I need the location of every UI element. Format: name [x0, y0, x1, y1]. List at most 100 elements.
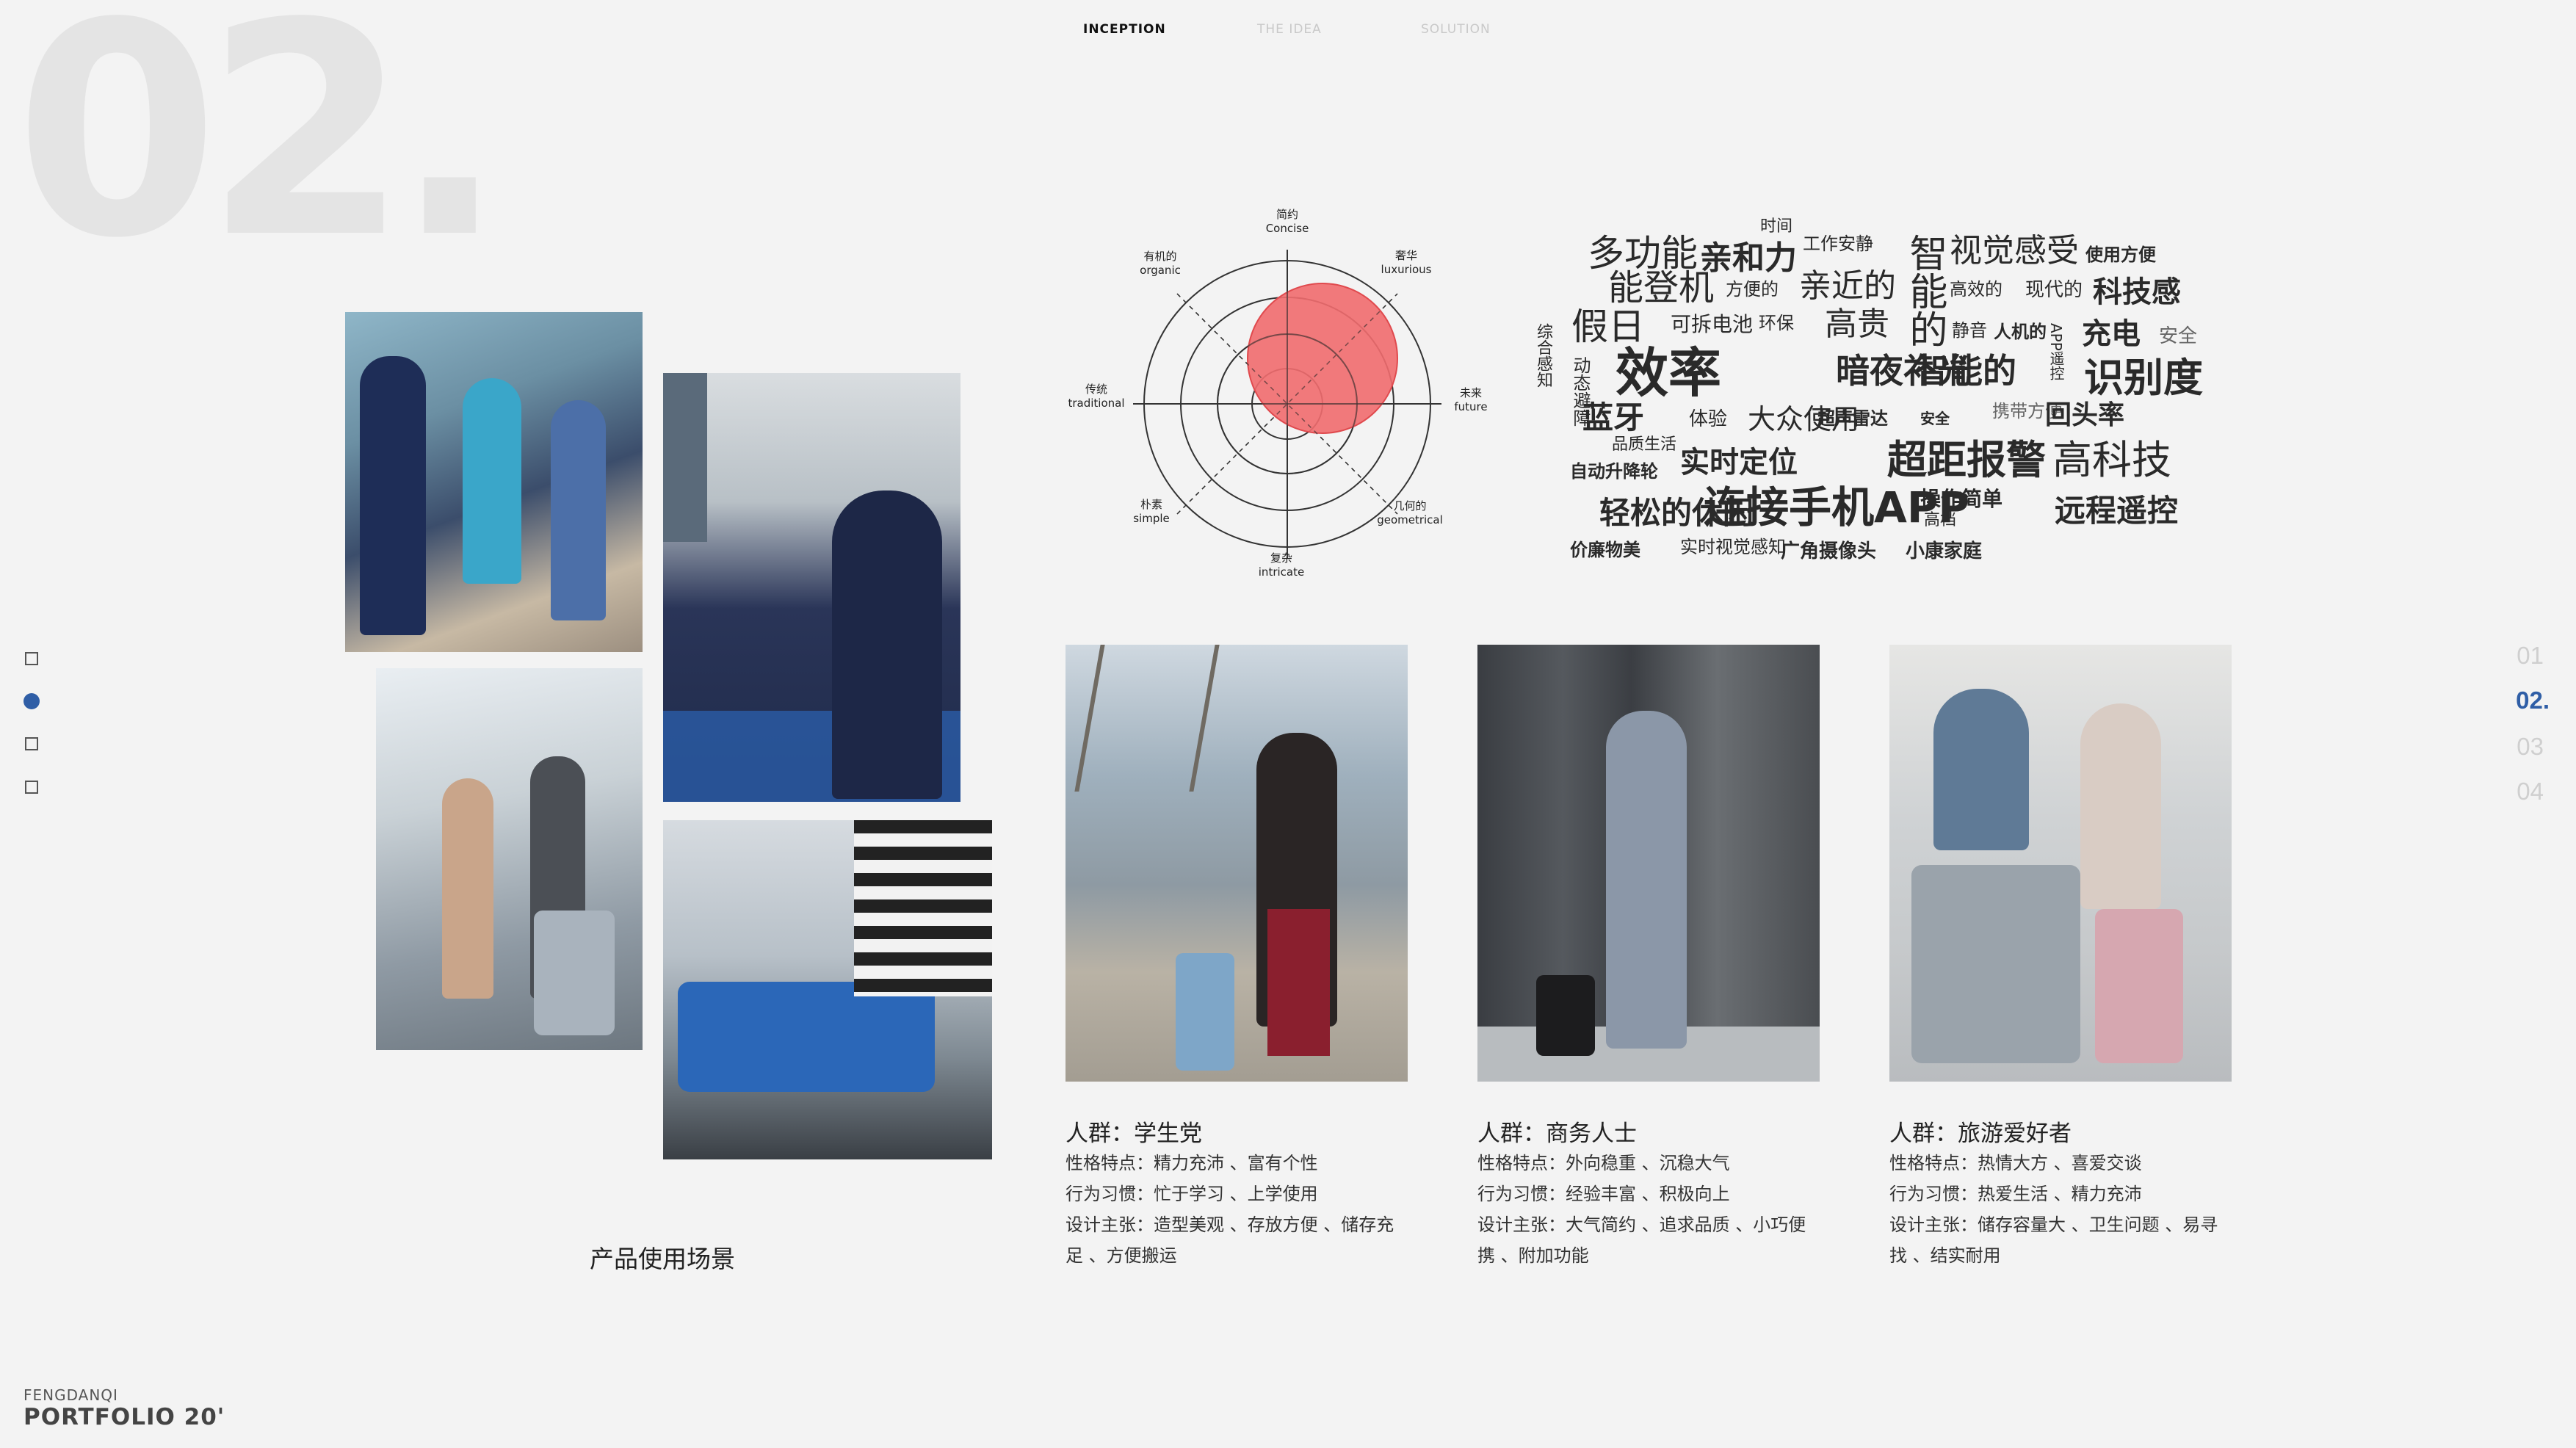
persona-design: 设计主张：造型美观 、存放方便 、储存充 — [1066, 1214, 1394, 1235]
nav-solution[interactable]: SOLUTION — [1421, 22, 1491, 37]
radar-label-traditional-en: traditional — [1068, 397, 1124, 410]
persona-design: 设计主张：储存容量大 、卫生问题 、易寻 — [1889, 1214, 2218, 1235]
travelers-walking-photo — [345, 312, 643, 652]
word: 可拆电池 — [1671, 312, 1754, 336]
word: 安全 — [2159, 325, 2198, 347]
word: 充电 — [2082, 317, 2141, 351]
word: 超距报警 — [1887, 437, 2046, 483]
word: 高效的 — [1950, 279, 2002, 300]
radar-label-intricate-cn: 复杂 — [1270, 551, 1292, 565]
persona-student: 人群：学生党 性格特点：精力充沛 、富有个性 行为习惯：忙于学习 、上学使用 设… — [1066, 1115, 1411, 1271]
persona-habits: 行为习惯：热爱生活 、精力充沛 — [1889, 1184, 2142, 1204]
word: 远程遥控 — [2055, 493, 2179, 529]
word: 使用方便 — [2085, 245, 2156, 265]
radar-label-future-cn: 未来 — [1460, 386, 1482, 399]
word: 回头率 — [2045, 400, 2125, 430]
persona-traveler: 人群：旅游爱好者 性格特点：热情大方 、喜爱交谈 行为习惯：热爱生活 、精力充沛… — [1889, 1115, 2242, 1271]
persona-habits: 行为习惯：忙于学习 、上学使用 — [1066, 1184, 1318, 1204]
persona-title: 人群：商务人士 — [1477, 1121, 1637, 1147]
conveyor-suitcase-photo — [663, 820, 992, 1159]
radar-label-traditional-cn: 传统 — [1085, 383, 1107, 396]
word: 安全 — [1920, 410, 1950, 427]
persona-traits: 性格特点：热情大方 、喜爱交谈 — [1889, 1153, 2142, 1173]
footer-author: FENGDANQI — [23, 1386, 118, 1404]
radar-label-luxurious-en: luxurious — [1381, 263, 1432, 276]
radar-style-area — [1247, 283, 1398, 434]
nav-inception[interactable]: INCEPTION — [1083, 22, 1166, 37]
nav-the-idea[interactable]: THE IDEA — [1257, 22, 1322, 37]
persona-design-cont: 携 、附加功能 — [1477, 1245, 1589, 1266]
section-01[interactable]: 01 — [2517, 642, 2544, 670]
word: 亲近的 — [1799, 267, 1896, 305]
word: 多功能 — [1588, 232, 1698, 275]
section-02[interactable]: 02. — [2516, 687, 2550, 714]
word: 操作简单 — [1920, 487, 2003, 511]
word: 效率 — [1616, 342, 1722, 404]
radar-label-future-en: future — [1454, 400, 1487, 413]
word: 静音 — [1952, 320, 1987, 341]
word: 识别度 — [2084, 355, 2203, 401]
word: 现代的 — [2025, 279, 2083, 301]
word: 综合感知 — [1534, 323, 1552, 388]
persona-design-cont: 足 、方便搬运 — [1066, 1245, 1177, 1266]
radar-label-intricate-en: intricate — [1259, 565, 1304, 579]
persona-design-cont: 找 、结实耐用 — [1889, 1245, 2001, 1266]
word: 高档 — [1924, 511, 1957, 529]
word: 蓝牙 — [1582, 399, 1645, 435]
word: 实时定位 — [1680, 446, 1798, 479]
word: 亲和力 — [1700, 239, 1797, 277]
radar-label-geometrical-en: geometrical — [1377, 513, 1443, 526]
word: 人机的 — [1994, 322, 2047, 342]
word: 品质生活 — [1612, 435, 1677, 454]
student-eiffel-photo — [1066, 645, 1408, 1082]
word: 实时视觉感知 — [1680, 537, 1786, 557]
overhead-bin-photo — [663, 373, 960, 802]
word: 方便的 — [1726, 279, 1779, 300]
persona-business: 人群：商务人士 性格特点：外向稳重 、沉稳大气 行为习惯：经验丰富 、积极向上 … — [1477, 1115, 1823, 1271]
bullet-1[interactable] — [25, 652, 38, 665]
word: 工作安静 — [1803, 234, 1873, 254]
persona-habits: 行为习惯：经验丰富 、积极向上 — [1477, 1184, 1730, 1204]
word: 价廉物美 — [1570, 540, 1640, 560]
word: 科技感 — [2093, 275, 2181, 309]
word: 智能的 — [1915, 351, 2016, 391]
persona-traits: 性格特点：精力充沛 、富有个性 — [1066, 1153, 1318, 1173]
persona-traits: 性格特点：外向稳重 、沉稳大气 — [1477, 1153, 1730, 1173]
word: 视觉感受 — [1950, 232, 2079, 269]
businessman-photo — [1477, 645, 1820, 1082]
bullet-3[interactable] — [25, 737, 38, 750]
word: 时间 — [1760, 217, 1793, 236]
section-03[interactable]: 03 — [2517, 733, 2544, 761]
word: 超声雷达 — [1817, 408, 1888, 429]
page-number-watermark: 02. — [15, 0, 506, 303]
radar-label-organic-cn: 有机的 — [1143, 250, 1176, 263]
word: 小康家庭 — [1906, 540, 1983, 562]
stairs-luggage-photo — [376, 668, 643, 1050]
word: 高科技 — [2052, 437, 2171, 483]
family-travel-photo — [1889, 645, 2232, 1082]
word: 广角摄像头 — [1781, 540, 1877, 562]
radar-label-simple-cn: 朴素 — [1140, 498, 1162, 511]
word: APP遥控 — [2047, 323, 2065, 380]
word: 环保 — [1759, 313, 1794, 333]
bullet-4[interactable] — [25, 781, 38, 794]
word: 自动升降轮 — [1570, 461, 1658, 482]
word: 智能的 — [1903, 234, 1947, 348]
word: 高贵 — [1825, 305, 1889, 343]
radar-label-simple-en: simple — [1133, 512, 1170, 525]
style-radar-chart: 简约 Concise 奢华 luxurious 未来 future 几何的 ge… — [1068, 208, 1487, 579]
persona-design: 设计主张：大气简约 、追求品质 、小巧便 — [1477, 1214, 1806, 1235]
bullet-2-active[interactable] — [23, 693, 40, 709]
word: 体验 — [1689, 408, 1728, 430]
radar-label-concise-cn: 简约 — [1276, 208, 1298, 221]
footer-portfolio: PORTFOLIO 20' — [23, 1404, 225, 1430]
section-04[interactable]: 04 — [2517, 778, 2544, 806]
radar-label-geometrical-cn: 几何的 — [1393, 499, 1426, 513]
keyword-word-cloud: 时间 多功能 亲和力 工作安静 能登机 方便的 亲近的 智能的 视觉感受 使用方… — [1534, 213, 2240, 580]
persona-title: 人群：旅游爱好者 — [1889, 1121, 2072, 1147]
word: 假日 — [1571, 305, 1645, 348]
radar-label-concise-en: Concise — [1266, 222, 1309, 235]
word: 能登机 — [1608, 267, 1715, 308]
scene-caption: 产品使用场景 — [590, 1245, 735, 1273]
radar-label-luxurious-cn: 奢华 — [1395, 249, 1417, 262]
